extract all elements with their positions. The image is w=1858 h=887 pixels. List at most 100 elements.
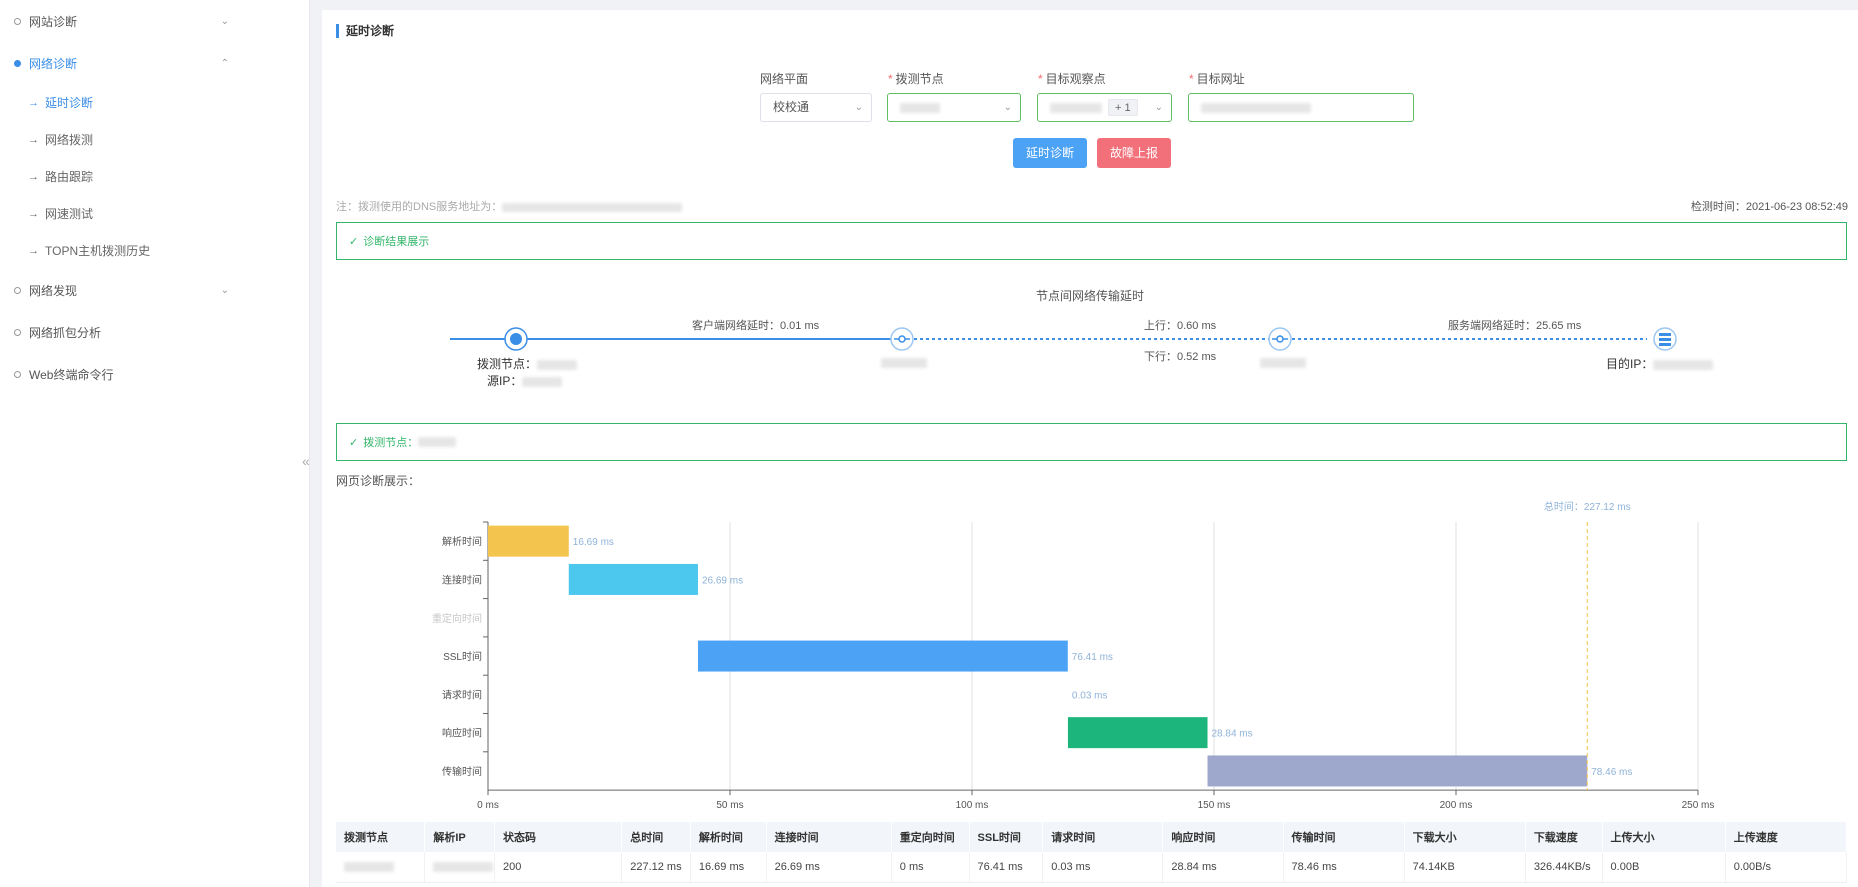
bullet-icon [14, 328, 21, 336]
sidebar-item-label: 网站诊断 [29, 14, 78, 29]
probe-node-label: 拨测节点： [363, 437, 419, 449]
bar [1207, 755, 1588, 787]
bullet-icon [14, 370, 21, 378]
bar [697, 640, 1068, 672]
collapse-sidebar-icon[interactable]: « [302, 453, 310, 469]
table-cell: 28.84 ms [1162, 852, 1284, 883]
url-label-text: 目标网址 [1196, 72, 1245, 86]
redacted-value [1050, 102, 1102, 113]
dns-note-text: 注：拨测使用的DNS服务地址为： [336, 201, 503, 213]
y-tick-label: 重定向时间 [432, 612, 482, 625]
table-header-cell: 拨测节点 [336, 822, 426, 852]
table-cell: 0.00B/s [1725, 852, 1848, 883]
result-table: 拨测节点 解析IP 状态码 总时间 解析时间 连接时间 重定向时间 SSL时间 请求时间 响应时间… [336, 822, 1848, 883]
chart-title: 网页诊断展示： [336, 474, 421, 488]
source-node-label: 拨测节点： [477, 355, 578, 372]
x-tick-label: 0 ms [477, 800, 499, 810]
observe-label: * 目标观察点 [1038, 70, 1106, 87]
result-summary-box[interactable]: ✓ 诊断结果展示 [336, 222, 1847, 260]
url-label: * 目标网址 [1189, 70, 1245, 87]
path-title: 节点间网络传输延时 [1035, 289, 1144, 303]
total-time-label: 总时间：227.12 ms [1544, 500, 1631, 513]
table-cell: 326.44KB/s [1525, 852, 1603, 883]
chevron-down-icon: ⌄ [1154, 102, 1163, 113]
table-header-cell: SSL时间 [969, 822, 1044, 852]
report-fault-button[interactable]: 故障上报 [1097, 138, 1171, 168]
table-cell: 0.00B [1602, 852, 1726, 883]
redacted-value [900, 102, 940, 113]
hop1-ip [881, 355, 927, 369]
redacted-value [881, 357, 927, 368]
chevron-down-icon: ⌄ [220, 15, 229, 27]
diagnose-button[interactable]: 延时诊断 [1013, 138, 1087, 168]
sidebar-item-network-diagnosis[interactable]: 网络诊断 ⌃ [0, 42, 309, 84]
table-cell: 0.03 ms [1042, 852, 1164, 883]
redacted-value [537, 359, 578, 370]
table-header-cell: 总时间 [621, 822, 691, 852]
redacted-value [502, 202, 683, 212]
x-tick-label: 100 ms [956, 800, 989, 810]
sidebar-subitem-route-trace[interactable]: → 路由跟踪 [0, 158, 309, 195]
sidebar-item-website-diagnosis[interactable]: 网站诊断 ⌄ [0, 0, 309, 42]
dns-note: 注：拨测使用的DNS服务地址为： [336, 198, 683, 214]
router-node-icon [1268, 327, 1292, 351]
router-node-icon [890, 327, 914, 351]
y-tick-label: 请求时间 [442, 688, 482, 701]
bar [488, 525, 569, 557]
chevron-down-icon: ⌄ [220, 284, 229, 296]
observe-label-text: 目标观察点 [1045, 72, 1106, 86]
table-header-cell: 上传速度 [1725, 822, 1848, 852]
table-header-cell: 上传大小 [1602, 822, 1726, 852]
table-cell: 78.46 ms [1283, 852, 1405, 883]
table-header-cell: 请求时间 [1042, 822, 1164, 852]
chevron-up-icon: ⌃ [220, 57, 229, 69]
x-tick-label: 250 ms [1682, 800, 1715, 810]
plane-select[interactable]: 校校通 ⌄ [760, 93, 872, 122]
sidebar-item-network-discovery[interactable]: 网络发现 ⌄ [0, 269, 309, 311]
url-input[interactable] [1188, 93, 1414, 122]
node-label: * 拨测节点 [888, 70, 944, 87]
sidebar-subitem-label: 网络拨测 [45, 133, 94, 147]
y-tick-label: 连接时间 [442, 573, 482, 586]
table-cell: 26.69 ms [766, 852, 892, 883]
result-summary-label: 诊断结果展示 [363, 236, 430, 248]
table-cell: 74.14KB [1404, 852, 1526, 883]
sidebar-subitem-label: 延时诊断 [45, 96, 94, 110]
sidebar-subitem-network-dial-test[interactable]: → 网络拨测 [0, 121, 309, 158]
table-header-cell: 解析IP [424, 822, 495, 852]
arrow-right-icon: → [28, 96, 39, 109]
bar [1067, 717, 1208, 749]
chevron-down-icon: ⌄ [854, 102, 863, 113]
observe-select[interactable]: + 1 ⌄ [1037, 93, 1172, 122]
check-time: 检测时间：2021-06-23 08:52:49 [1690, 201, 1848, 213]
y-tick-label: 解析时间 [442, 535, 482, 548]
sidebar-item-packet-capture[interactable]: 网络抓包分析 [0, 311, 309, 353]
redacted-value [1653, 359, 1714, 370]
bar [568, 563, 698, 595]
sidebar-item-web-terminal[interactable]: Web终端命令行 [0, 353, 309, 395]
redacted-value [1201, 102, 1311, 113]
check-icon: ✓ [349, 235, 359, 248]
sidebar-subitem-speed-test[interactable]: → 网速测试 [0, 195, 309, 232]
sidebar-subitem-topn-history[interactable]: → TOPN主机拨测历史 [0, 232, 309, 269]
sidebar-subitem-latency-diagnosis[interactable]: → 延时诊断 [0, 84, 309, 121]
required-mark: * [1038, 72, 1043, 86]
node-select[interactable]: ⌄ [887, 93, 1021, 122]
table-cell [336, 852, 426, 883]
table-cell: 16.69 ms [690, 852, 767, 883]
data-label: 76.41 ms [1072, 652, 1113, 663]
y-tick-label: 响应时间 [442, 727, 482, 740]
plane-select-value: 校校通 [773, 100, 810, 114]
client-latency: 客户端网络延时：0.01 ms [692, 320, 820, 332]
probe-node-box[interactable]: ✓ 拨测节点： [336, 423, 1847, 461]
x-tick-label: 200 ms [1440, 800, 1473, 810]
data-label: 0.03 ms [1072, 690, 1108, 701]
sidebar-subitem-label: 路由跟踪 [45, 170, 94, 184]
sidebar-subitem-label: 网速测试 [45, 207, 94, 221]
waterfall-chart: 0 ms 50 ms 100 ms 150 ms 200 ms 250 ms 解析时间 16.… [432, 500, 1715, 810]
source-node-dot [510, 333, 522, 345]
table-header-cell: 重定向时间 [891, 822, 970, 852]
node-label-text: 拨测节点 [895, 72, 944, 86]
data-label: 16.69 ms [573, 537, 614, 548]
table-header-cell: 解析时间 [690, 822, 767, 852]
